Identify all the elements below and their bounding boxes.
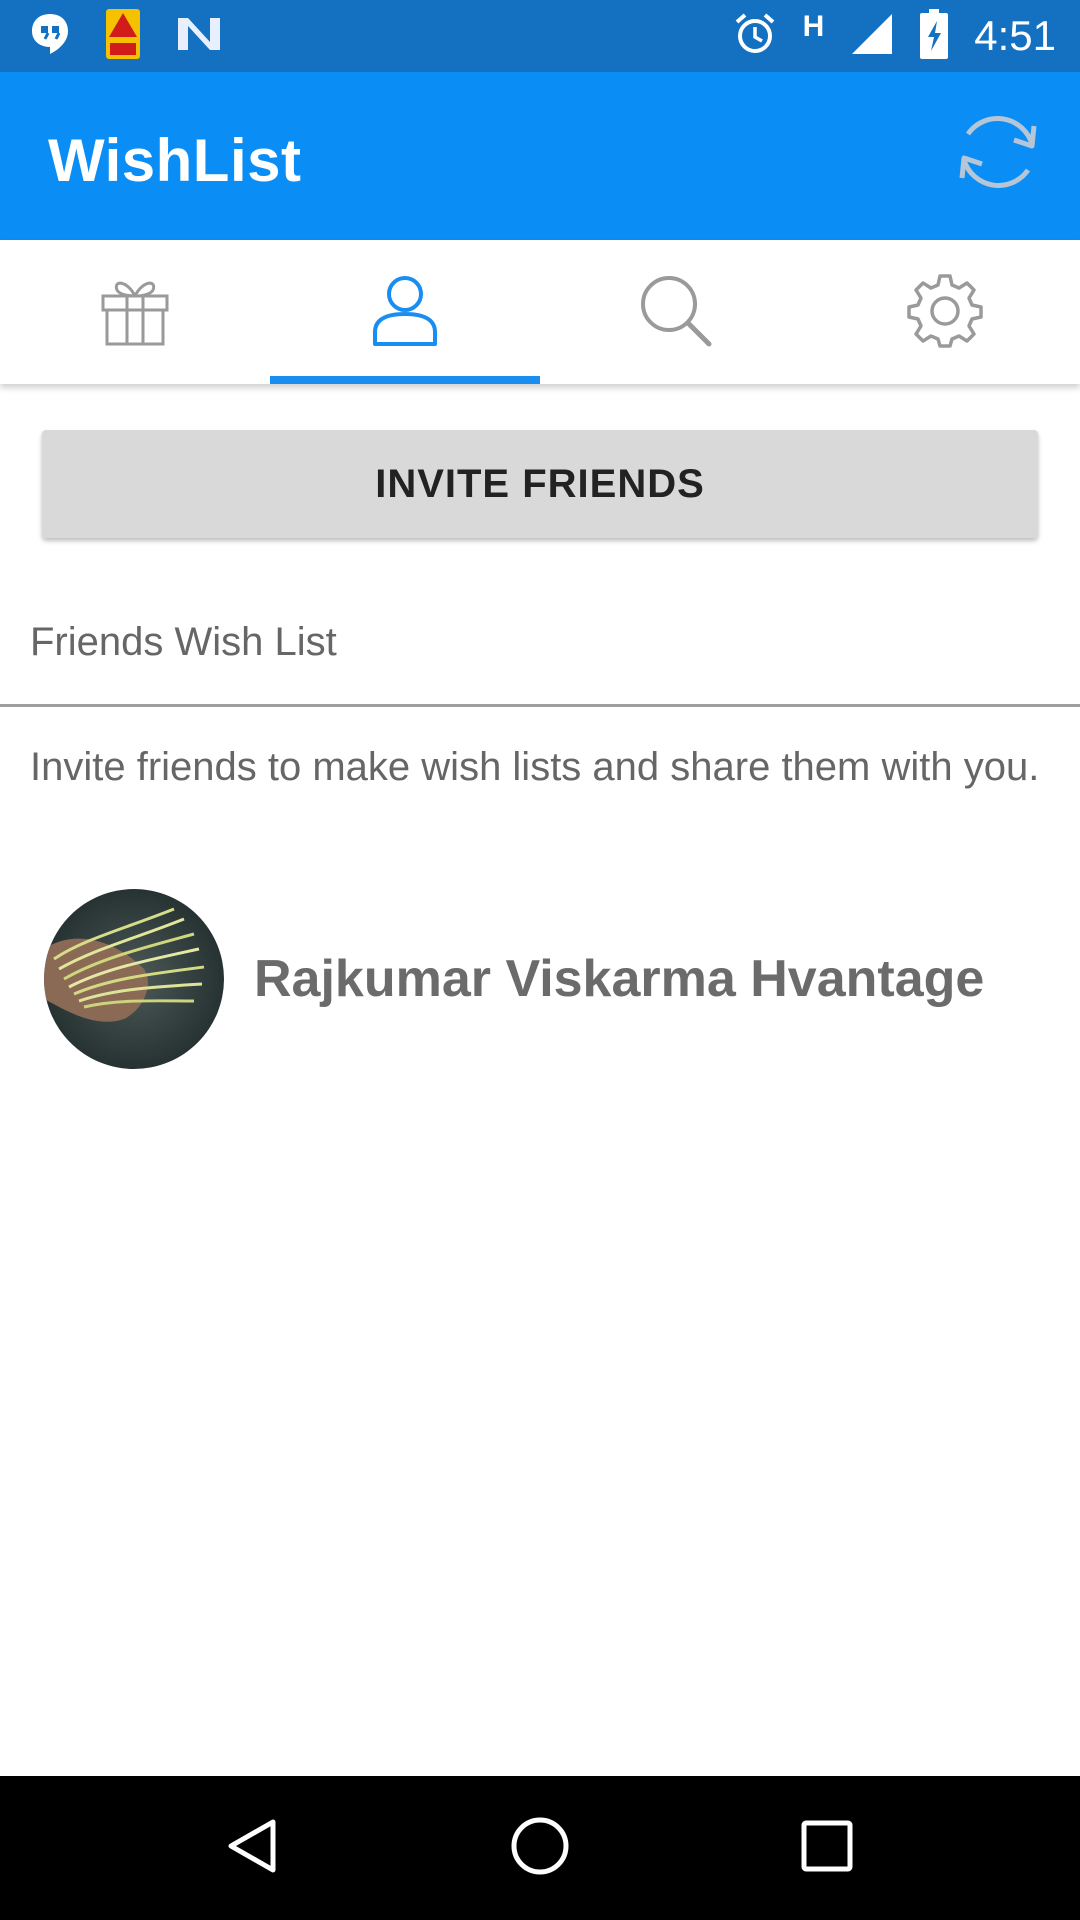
abp-live-app-icon <box>106 8 140 64</box>
status-time: 4:51 <box>974 12 1056 59</box>
home-icon <box>510 1816 570 1881</box>
recents-icon <box>799 1818 855 1879</box>
avatar <box>44 889 224 1069</box>
network-type-label: H <box>802 10 825 43</box>
friend-list-item[interactable]: Rajkumar Viskarma Hvantage <box>44 888 1044 1070</box>
alarm-icon <box>733 12 777 61</box>
gift-icon <box>97 272 173 353</box>
refresh-icon <box>950 104 1046 205</box>
app-bar: WishList <box>0 72 1080 240</box>
signal-icon <box>850 12 894 61</box>
tab-friends[interactable] <box>270 240 540 384</box>
search-icon <box>637 272 713 353</box>
friend-name: Rajkumar Viskarma Hvantage <box>254 950 985 1008</box>
system-icons: H 4:51 <box>733 8 1056 64</box>
tab-wishlist[interactable] <box>0 240 270 384</box>
app-title: WishList <box>48 127 302 194</box>
back-button[interactable] <box>198 1793 308 1903</box>
back-icon <box>223 1816 283 1881</box>
person-icon <box>369 272 441 353</box>
gear-icon <box>907 272 983 353</box>
section-title: Friends Wish List <box>30 620 337 664</box>
tab-bar <box>0 240 1080 384</box>
tab-settings[interactable] <box>810 240 1080 384</box>
tab-search[interactable] <box>540 240 810 384</box>
recents-button[interactable] <box>772 1793 882 1903</box>
navigation-bar <box>0 1776 1080 1920</box>
tab-selected-indicator <box>270 376 540 384</box>
section-divider <box>0 704 1080 707</box>
hangouts-icon <box>30 12 70 61</box>
refresh-button[interactable] <box>946 102 1050 206</box>
invite-friends-button[interactable]: INVITE FRIENDS <box>42 430 1038 538</box>
n-app-icon <box>176 14 222 59</box>
battery-charging-icon <box>920 8 949 64</box>
info-text: Invite friends to make wish lists and sh… <box>30 745 1040 789</box>
notification-icons <box>30 8 222 64</box>
status-bar: H 4:51 <box>0 0 1080 72</box>
home-button[interactable] <box>485 1793 595 1903</box>
